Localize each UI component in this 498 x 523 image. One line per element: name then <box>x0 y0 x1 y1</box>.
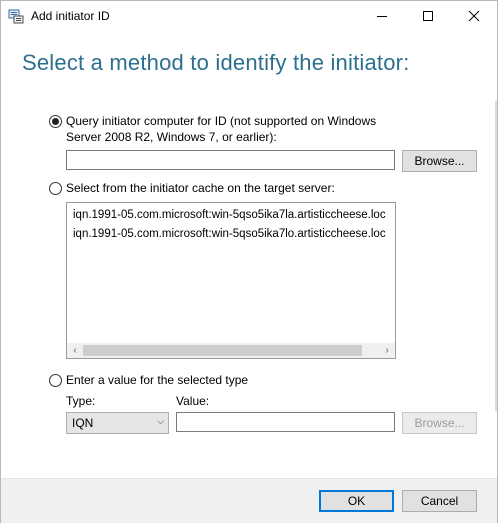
initiator-cache-list[interactable]: iqn.1991-05.com.microsoft:win-5qso5ika7l… <box>66 202 396 359</box>
right-edge-divider <box>495 101 497 411</box>
maximize-icon <box>423 11 433 21</box>
query-computer-input[interactable] <box>66 150 395 170</box>
scrollbar-thumb[interactable] <box>83 345 362 356</box>
minimize-button[interactable] <box>359 1 405 31</box>
close-icon <box>468 10 480 22</box>
add-initiator-dialog: Add initiator ID Select a method to iden… <box>0 0 498 523</box>
value-input[interactable] <box>176 412 395 432</box>
type-label: Type: <box>66 394 96 408</box>
initiator-cache-label[interactable]: Select from the initiator cache on the t… <box>66 180 335 196</box>
scroll-right-icon[interactable]: › <box>379 343 395 358</box>
ok-button[interactable]: OK <box>319 490 394 512</box>
value-browse-button[interactable]: Browse... <box>402 412 477 434</box>
close-button[interactable] <box>451 1 497 31</box>
dialog-footer: OK Cancel <box>1 478 497 523</box>
scroll-left-icon[interactable]: ‹ <box>67 343 83 358</box>
list-item[interactable]: iqn.1991-05.com.microsoft:win-5qso5ika7l… <box>73 228 386 240</box>
list-item[interactable]: iqn.1991-05.com.microsoft:win-5qso5ika7l… <box>73 209 386 221</box>
enter-value-label[interactable]: Enter a value for the selected type <box>66 372 248 388</box>
query-initiator-label-line2: Server 2008 R2, Windows 7, or earlier): <box>66 130 277 144</box>
query-initiator-label-line1: Query initiator computer for ID (not sup… <box>66 114 377 128</box>
cancel-button[interactable]: Cancel <box>402 490 477 512</box>
iscsi-initiator-icon <box>8 8 24 24</box>
maximize-button[interactable] <box>405 1 451 31</box>
title-bar[interactable]: Add initiator ID <box>1 1 497 31</box>
query-initiator-label[interactable]: Query initiator computer for ID (not sup… <box>66 113 376 145</box>
chevron-down-icon: ⌵ <box>157 416 164 426</box>
enter-value-radio[interactable] <box>49 374 62 387</box>
type-select[interactable]: IQN ⌵ <box>66 412 169 434</box>
query-browse-button[interactable]: Browse... <box>402 150 477 172</box>
window-title: Add initiator ID <box>31 9 110 23</box>
type-select-value: IQN <box>72 416 94 430</box>
page-heading: Select a method to identify the initiato… <box>22 50 410 75</box>
initiator-cache-radio[interactable] <box>49 182 62 195</box>
value-label: Value: <box>176 394 210 408</box>
minimize-icon <box>377 16 387 17</box>
horizontal-scrollbar[interactable]: ‹ › <box>67 343 395 358</box>
query-initiator-radio[interactable] <box>49 115 62 128</box>
